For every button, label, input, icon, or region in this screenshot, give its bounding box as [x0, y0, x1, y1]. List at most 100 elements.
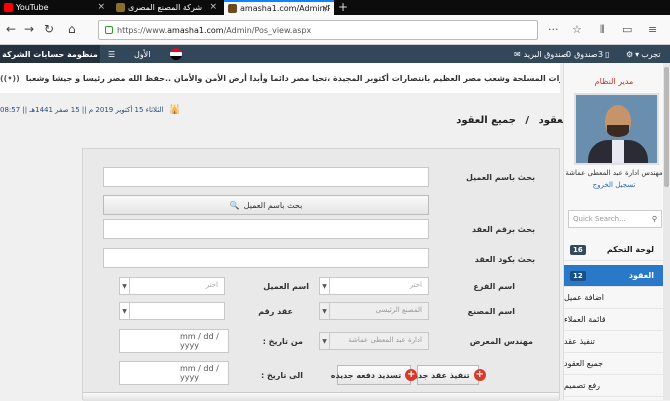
branch-select[interactable]: ▼ اختر [319, 277, 429, 295]
menu-icon[interactable]: ≡ [648, 23, 657, 36]
more-icon[interactable]: ··· [548, 23, 559, 36]
engineer-label: مهندس المعرض [469, 337, 533, 346]
back-icon[interactable]: ← [6, 22, 16, 36]
home-icon[interactable]: ⌂ [68, 22, 76, 36]
branch-value: اختر [409, 281, 422, 289]
chevron-down-icon: ▾ [635, 49, 640, 59]
site-favicon-icon [228, 4, 237, 13]
chevron-down-icon: ▼ [320, 333, 330, 349]
tab-active-pos-view[interactable]: amasha1.com/Admin/Pos_view... × [224, 0, 334, 15]
search-icon: 🔍 [229, 200, 240, 210]
breadcrumb-separator: / [525, 115, 530, 126]
close-tab-icon[interactable]: × [209, 2, 217, 12]
client-label: اسم العميل [263, 282, 309, 291]
new-payment-button[interactable]: + تسديد دفعه جديده [331, 365, 418, 385]
tab-company[interactable]: شركة المصنع المصرى × [112, 0, 222, 15]
search-placeholder: Quick Search... [573, 215, 626, 223]
execute-contract-button[interactable]: + تنفيذ عقد جديد [410, 365, 486, 385]
breadcrumb: العقود / جميع العقود [430, 115, 570, 131]
page-scrollbar[interactable] [663, 63, 670, 400]
tab-title: YouTube [16, 3, 49, 12]
star-icon[interactable]: ☆ [572, 23, 582, 36]
app-top-bar: منظومة حسابات الشركة ☰ الأول ✉ صندوق الب… [0, 45, 670, 63]
to-date-input[interactable]: mm / dd / yyyy [119, 361, 229, 385]
mosque-icon: 🕌 [169, 105, 181, 115]
admin-role-label: مدير النظام [594, 77, 634, 86]
search-client-button[interactable]: بحث باسم العميل 🔍 [103, 195, 429, 215]
from-date-input[interactable]: mm / dd / yyyy [119, 329, 229, 353]
chevron-down-icon: ▼ [320, 278, 330, 294]
messages-count: 0 [566, 49, 572, 59]
chevron-down-icon: ▼ [120, 278, 130, 294]
lock-icon [105, 26, 113, 34]
sidebar-item-client-list[interactable]: قائمة العملاء [564, 309, 664, 331]
right-sidebar: مدير النظام مهندس ادارة عبد المعطى عماشة… [563, 63, 670, 400]
new-tab-icon[interactable]: + [338, 0, 348, 14]
close-tab-icon[interactable]: × [321, 4, 329, 14]
sidebar-item-dashboard[interactable]: 16 لوحة التحكم [564, 239, 664, 261]
home-link[interactable]: الأول [134, 45, 150, 63]
announcement-text: عيد الرئيس عبد الفتاح السيسي والقوات الم… [25, 73, 560, 83]
tab-title: amasha1.com/Admin/Pos_view... [240, 4, 330, 13]
library-icon[interactable]: ⫴ [600, 23, 605, 37]
dashboard-badge: 16 [570, 244, 586, 255]
contract-number-input[interactable] [103, 219, 429, 239]
url-path: /Admin/Pos_view.aspx [223, 25, 312, 35]
sidebar-item-label: رفع تصميم [564, 381, 601, 390]
announcement-marquee: عيد الرئيس عبد الفتاح السيسي والقوات الم… [0, 63, 560, 93]
cart-icon: ▯ [605, 49, 610, 59]
sidebar-item-all-contracts[interactable]: جميع العقود [564, 353, 664, 375]
sidebar-item-upload-design[interactable]: رفع تصميم [564, 375, 664, 397]
url-bar[interactable]: https://www. amasha1.com/Admin/Pos_view.a… [98, 20, 538, 40]
tab-title: شركة المصنع المصرى [128, 3, 203, 12]
brand-title[interactable]: منظومة حسابات الشركة [0, 45, 100, 63]
settings-menu[interactable]: ⚙ ▾ تجرب [626, 45, 661, 63]
factory-value: المصنع الرئيسى [375, 306, 422, 314]
engineer-select[interactable]: ▼ ادارة عبد المعطى عماشة [319, 332, 429, 350]
factory-select[interactable]: ▼ المصنع الرئيسى [319, 302, 429, 320]
gear-icon: ⚙ [626, 49, 634, 59]
url-prefix: https://www. [117, 25, 168, 35]
company-favicon-icon [116, 3, 125, 12]
factory-label: اسم المصنع [467, 307, 515, 316]
search-icon[interactable]: ⚲ [652, 215, 657, 223]
messages-link[interactable]: ✉ صندوق البريد [514, 45, 568, 63]
contract-code-label: بحث بكود العقد [474, 255, 535, 264]
search-client-label: بحث باسم العميل [243, 200, 303, 210]
logout-link[interactable]: تسجيل الخروج [564, 181, 664, 189]
reload-icon[interactable]: ↻ [44, 22, 54, 36]
sidebar-item-add-client[interactable]: اضافة عميل [564, 287, 664, 309]
client-name-input[interactable] [103, 167, 429, 187]
sidebar-item-contracts[interactable]: 12 العقود [564, 265, 664, 287]
contracts-badge: 12 [570, 270, 586, 281]
tab-youtube[interactable]: YouTube × [0, 0, 110, 15]
scrollbar-thumb[interactable] [664, 67, 669, 187]
sidebar-item-label: جميع العقود [564, 359, 604, 368]
sidebar-toggle-icon[interactable]: ▭ [622, 23, 632, 36]
egypt-flag-icon [170, 45, 182, 63]
cart-link[interactable]: 3 ▯ [598, 45, 610, 63]
engineer-value: ادارة عبد المعطى عماشة [348, 336, 422, 344]
user-name: مهندس ادارة عبد المعطى عماشة [565, 169, 663, 177]
chevron-down-icon: ▼ [120, 303, 130, 319]
quick-search-input[interactable]: Quick Search... ⚲ [568, 210, 662, 228]
box-link[interactable]: 0 صندوق [566, 45, 598, 63]
forward-icon[interactable]: → [24, 22, 34, 36]
chevron-down-icon: ▼ [320, 303, 330, 319]
execute-button-label: تنفيذ عقد جديد [410, 370, 470, 380]
client-select[interactable]: ▼ اختر [119, 277, 225, 295]
box-label: صندوق [574, 49, 598, 59]
contract-code-input[interactable] [103, 248, 429, 268]
contract-no-label: عقد رقم [258, 307, 293, 316]
close-tab-icon[interactable]: × [97, 2, 105, 12]
sidebar-item-label: اضافة عميل [564, 293, 604, 302]
sidebar-item-execute-contract[interactable]: تنفيذ عقد [564, 331, 664, 353]
to-date-label: الى تاريخ : [261, 371, 303, 380]
from-date-label: من تاريخ : [262, 337, 303, 346]
from-date-placeholder: mm / dd / yyyy [180, 332, 219, 350]
client-value: اختر [205, 281, 218, 289]
contract-no-select[interactable]: ▼ [119, 302, 225, 320]
contracts-search-panel: بحث باسم العميل بحث باسم العميل 🔍 بحث بر… [82, 148, 560, 401]
cart-count: 3 [598, 49, 604, 59]
hamburger-icon[interactable]: ☰ [108, 45, 115, 63]
